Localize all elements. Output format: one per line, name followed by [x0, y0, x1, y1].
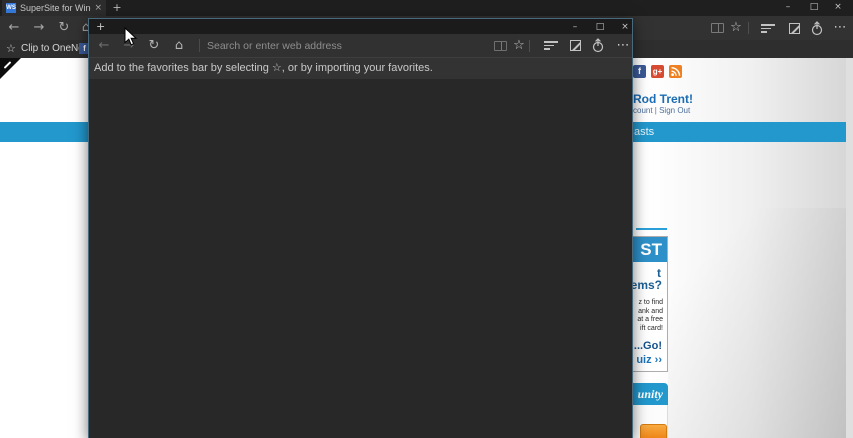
mouse-cursor [124, 27, 138, 46]
page-right-edge [846, 58, 853, 438]
rss-icon[interactable] [669, 65, 682, 78]
favorites-star-icon[interactable]: ☆ [509, 34, 529, 57]
new-tab-button[interactable]: + [96, 19, 105, 34]
reading-view-icon[interactable] [494, 41, 507, 51]
nav-item-partial[interactable]: asts [634, 122, 654, 142]
address-bar-divider [199, 39, 200, 52]
window-restore-button[interactable]: □ [804, 0, 824, 14]
share-icon[interactable] [810, 21, 824, 36]
reading-view-icon[interactable] [711, 23, 724, 33]
window-minimize-button[interactable]: – [778, 0, 798, 14]
background-tab-bar: WS SuperSite for Windows × + – □ × [0, 0, 853, 16]
community-action-button[interactable] [640, 424, 667, 438]
toolbar-divider [529, 40, 530, 52]
favorites-bar-notification: Add to the favorites bar by selecting ☆,… [89, 57, 632, 79]
window-close-button[interactable]: × [615, 20, 635, 34]
onenote-star-icon: ☆ [6, 42, 16, 55]
more-actions-icon[interactable]: ⋯ [830, 16, 850, 40]
user-greeting: Rod Trent! [633, 92, 693, 106]
more-actions-icon[interactable]: ⋯ [613, 34, 633, 57]
window-close-button[interactable]: × [828, 0, 848, 14]
refresh-button[interactable]: ↻ [144, 34, 164, 57]
back-button[interactable]: ← [4, 16, 24, 40]
empty-page-content [89, 79, 632, 438]
tab-close-icon[interactable]: × [94, 3, 102, 13]
tab-title: SuperSite for Windows [20, 3, 91, 13]
foreground-tab-bar: + – □ × [89, 19, 632, 34]
foreground-toolbar: ← → ↻ ⌂ ☆ ⋯ [89, 34, 632, 57]
tab-supersite[interactable]: WS SuperSite for Windows × [2, 0, 106, 16]
social-icons: f g+ [633, 65, 682, 78]
refresh-button[interactable]: ↻ [54, 16, 74, 40]
promo-section-divider [636, 228, 667, 230]
site-favicon: WS [6, 3, 16, 13]
hub-icon[interactable] [544, 41, 558, 50]
home-button[interactable]: ⌂ [169, 34, 189, 57]
foreground-browser-window: + – □ × ← → ↻ ⌂ ☆ ⋯ Add to the favorites… [88, 18, 633, 438]
share-icon[interactable] [591, 38, 605, 53]
toolbar-divider [748, 22, 749, 34]
rss-glyph [671, 67, 681, 76]
address-bar-input[interactable] [207, 34, 485, 57]
window-minimize-button[interactable]: – [565, 20, 585, 34]
hub-icon[interactable] [761, 24, 775, 33]
google-plus-icon[interactable]: g+ [651, 65, 664, 78]
new-tab-button[interactable]: + [108, 0, 126, 16]
favorites-star-icon[interactable]: ☆ [726, 16, 746, 40]
back-button[interactable]: ← [94, 34, 114, 57]
facebook-icon[interactable]: f [633, 65, 646, 78]
window-maximize-button[interactable]: □ [590, 20, 610, 34]
account-sign-out-links[interactable]: count | Sign Out [633, 106, 690, 115]
page-shading [668, 208, 853, 438]
forward-button[interactable]: → [29, 16, 49, 40]
desktop-screenshot: WS SuperSite for Windows × + – □ × ← → ↻… [0, 0, 853, 438]
web-note-icon[interactable] [570, 40, 581, 51]
web-note-icon[interactable] [789, 23, 800, 34]
